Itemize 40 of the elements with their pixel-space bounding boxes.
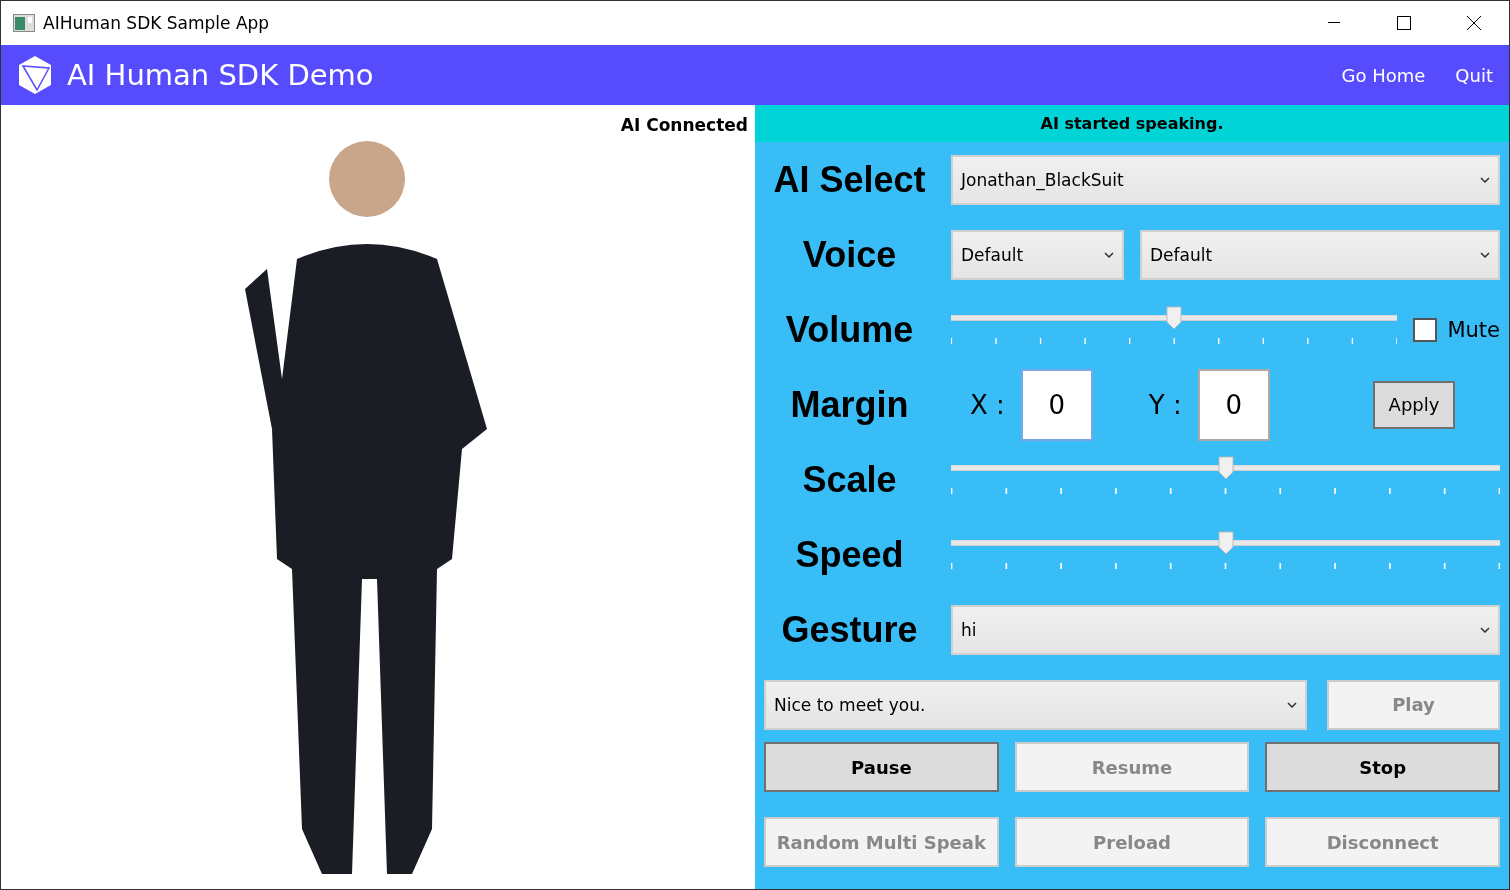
dropdown-caret-icon: [1480, 176, 1490, 183]
action-button[interactable]: Pause: [764, 742, 999, 792]
connection-status: AI Connected: [620, 115, 748, 135]
nav-link[interactable]: Go Home: [1341, 64, 1426, 86]
dropdown[interactable]: Jonathan_BlackSuit: [951, 154, 1500, 205]
dropdown-caret-icon: [1480, 626, 1490, 633]
dropdown-caret-icon: [1480, 251, 1490, 258]
dropdown[interactable]: hi: [951, 604, 1500, 655]
status-message: AI started speaking.: [755, 105, 1509, 142]
setting-label: Voice: [802, 233, 897, 276]
minimize-icon[interactable]: [1328, 22, 1340, 24]
cube-logo-icon: [17, 55, 53, 95]
setting-label: Margin: [790, 383, 909, 426]
setting-label: Volume: [785, 308, 914, 351]
dropdown[interactable]: Default: [1140, 229, 1500, 280]
setting-label: Speed: [795, 533, 904, 576]
checkbox-label: Mute: [1447, 317, 1500, 342]
apply-button[interactable]: Apply: [1373, 380, 1455, 429]
app-icon: [13, 14, 35, 32]
field-label: X :: [970, 389, 1005, 420]
dropdown-caret-icon: [1104, 251, 1114, 258]
input-field[interactable]: 0: [1020, 368, 1093, 441]
maximize-icon[interactable]: [1397, 16, 1411, 30]
setting-label: AI Select: [773, 158, 926, 201]
action-button[interactable]: Stop: [1265, 742, 1500, 792]
slider-thumb[interactable]: [1166, 306, 1183, 330]
setting-label: Scale: [802, 458, 897, 501]
nav-link[interactable]: Quit: [1455, 64, 1493, 86]
setting-label: Gesture: [781, 608, 918, 651]
close-icon[interactable]: [1467, 16, 1481, 30]
field-label: Y :: [1148, 389, 1182, 420]
window-title: AIHuman SDK Sample App: [43, 13, 271, 33]
checkbox[interactable]: [1413, 317, 1438, 342]
dropdown-caret-icon: [1287, 701, 1297, 708]
input-field[interactable]: 0: [1197, 368, 1270, 441]
dropdown[interactable]: Default: [951, 229, 1124, 280]
slider-thumb[interactable]: [1217, 531, 1234, 555]
app-title: AI Human SDK Demo: [67, 58, 375, 92]
dropdown[interactable]: Nice to meet you.: [764, 679, 1307, 730]
slider-thumb[interactable]: [1217, 456, 1234, 480]
